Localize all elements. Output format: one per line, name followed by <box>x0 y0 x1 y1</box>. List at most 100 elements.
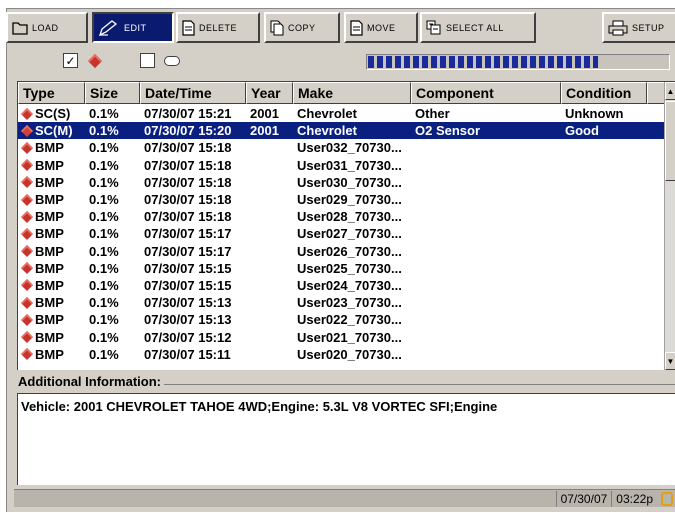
cell-make: User028_70730... <box>293 208 411 225</box>
column-header-make[interactable]: Make <box>293 82 411 104</box>
size-text: 0.1% <box>89 106 119 122</box>
type-text: BMP <box>35 243 64 259</box>
file-type-icon <box>20 107 34 120</box>
datetime-text: 07/30/07 15:18 <box>144 174 232 190</box>
type-text: BMP <box>35 140 64 156</box>
table-row[interactable]: BMP 0.1% 07/30/07 15:13 User022_70730... <box>18 311 665 328</box>
cell-condition <box>561 328 647 345</box>
cell-component <box>411 260 561 277</box>
table-row[interactable]: BMP 0.1% 07/30/07 15:12 User021_70730... <box>18 328 665 345</box>
file-type-icon <box>20 210 34 223</box>
edit-button[interactable]: EDIT <box>92 12 174 43</box>
pencil-edit-icon <box>98 19 118 36</box>
file-type-icon <box>20 331 34 344</box>
cell-datetime: 07/30/07 15:18 <box>140 157 246 174</box>
cell-datetime: 07/30/07 15:18 <box>140 191 246 208</box>
copy-button-label: COPY <box>288 22 316 33</box>
cell-size: 0.1% <box>85 328 140 345</box>
loading-progress-bar <box>366 54 670 70</box>
cell-year <box>246 225 293 242</box>
document-move-icon <box>350 19 363 36</box>
cell-condition: Good <box>561 122 647 139</box>
scroll-down-button[interactable]: ▼ <box>665 352 675 370</box>
select-all-button[interactable]: SELECT ALL <box>420 12 536 43</box>
status-bar: 07/30/07 03:22p <box>14 489 675 507</box>
size-text: 0.1% <box>89 346 119 362</box>
status-date: 07/30/07 <box>555 490 612 507</box>
progress-fill <box>368 56 598 68</box>
type-text: BMP <box>35 157 64 173</box>
cell-size: 0.1% <box>85 311 140 328</box>
cell-datetime: 07/30/07 15:17 <box>140 225 246 242</box>
table-row[interactable]: BMP 0.1% 07/30/07 15:18 User032_70730... <box>18 139 665 156</box>
diamond-scan-icon <box>87 53 103 69</box>
table-row[interactable]: BMP 0.1% 07/30/07 15:15 User025_70730... <box>18 260 665 277</box>
datetime-text: 07/30/07 15:18 <box>144 192 232 208</box>
move-button[interactable]: MOVE <box>344 12 418 43</box>
type-text: BMP <box>35 226 64 242</box>
cell-type: BMP <box>18 328 85 345</box>
file-type-icon <box>20 159 34 172</box>
cell-make: User022_70730... <box>293 311 411 328</box>
table-row[interactable]: BMP 0.1% 07/30/07 15:13 User023_70730... <box>18 294 665 311</box>
make-text: User027_70730... <box>297 226 402 242</box>
table-row[interactable]: BMP 0.1% 07/30/07 15:18 User028_70730... <box>18 208 665 225</box>
column-header-type[interactable]: Type <box>18 82 85 104</box>
table-row[interactable]: BMP 0.1% 07/30/07 15:11 User020_70730... <box>18 346 665 363</box>
column-header-year[interactable]: Year <box>246 82 293 104</box>
table-row[interactable]: BMP 0.1% 07/30/07 15:18 User030_70730... <box>18 174 665 191</box>
select-all-button-label: SELECT ALL <box>446 22 504 33</box>
table-row[interactable]: BMP 0.1% 07/30/07 15:17 User026_70730... <box>18 243 665 260</box>
cell-size: 0.1% <box>85 243 140 260</box>
cell-type: BMP <box>18 208 85 225</box>
cell-type: BMP <box>18 139 85 156</box>
cell-type: BMP <box>18 243 85 260</box>
file-type-icon <box>20 262 34 275</box>
file-type-icon <box>20 141 34 154</box>
vertical-scrollbar[interactable]: ▲ ▼ <box>664 82 675 370</box>
cell-type: BMP <box>18 260 85 277</box>
cell-type: BMP <box>18 191 85 208</box>
size-text: 0.1% <box>89 157 119 173</box>
table-row[interactable]: SC(M) 0.1% 07/30/07 15:20 2001 Chevrolet O2 S… <box>18 122 665 140</box>
cell-make: User024_70730... <box>293 277 411 294</box>
type-text: BMP <box>35 260 64 276</box>
make-text: Chevrolet <box>297 106 357 122</box>
file-type-icon <box>20 296 34 309</box>
cell-year: 2001 <box>246 122 293 139</box>
cell-type: BMP <box>18 311 85 328</box>
cell-year <box>246 346 293 363</box>
cell-year <box>246 243 293 260</box>
size-text: 0.1% <box>89 260 119 276</box>
scroll-thumb[interactable] <box>665 101 675 181</box>
make-text: User032_70730... <box>297 140 402 156</box>
file-type-icon <box>20 245 34 258</box>
column-header-size[interactable]: Size <box>85 82 140 104</box>
make-text: User031_70730... <box>297 157 402 173</box>
table-row[interactable]: BMP 0.1% 07/30/07 15:18 User029_70730... <box>18 191 665 208</box>
cell-condition <box>561 208 647 225</box>
table-row[interactable]: BMP 0.1% 07/30/07 15:17 User027_70730... <box>18 225 665 242</box>
setup-button[interactable]: SETUP <box>602 12 675 43</box>
cell-make: User025_70730... <box>293 260 411 277</box>
other-filter-checkbox[interactable] <box>140 53 155 68</box>
scan-filter-checkbox[interactable]: ✓ <box>63 53 78 68</box>
make-text: User028_70730... <box>297 209 402 225</box>
table-row[interactable]: BMP 0.1% 07/30/07 15:18 User031_70730... <box>18 157 665 174</box>
cell-size: 0.1% <box>85 225 140 242</box>
file-type-icon <box>20 227 34 240</box>
load-button[interactable]: LOAD <box>6 12 88 43</box>
cell-component <box>411 311 561 328</box>
column-header-component[interactable]: Component <box>411 82 561 104</box>
column-header-datetime[interactable]: Date/Time <box>140 82 246 104</box>
table-row[interactable]: SC(S) 0.1% 07/30/07 15:21 2001 Chevrolet Othe… <box>18 105 665 122</box>
delete-button[interactable]: DELETE <box>176 12 260 43</box>
copy-button[interactable]: COPY <box>264 12 340 43</box>
cell-size: 0.1% <box>85 139 140 156</box>
type-text: BMP <box>35 295 64 311</box>
datetime-text: 07/30/07 15:17 <box>144 226 232 242</box>
table-row[interactable]: BMP 0.1% 07/30/07 15:15 User024_70730... <box>18 277 665 294</box>
scroll-up-button[interactable]: ▲ <box>665 82 675 100</box>
column-header-condition[interactable]: Condition <box>561 82 647 104</box>
type-text: BMP <box>35 277 64 293</box>
